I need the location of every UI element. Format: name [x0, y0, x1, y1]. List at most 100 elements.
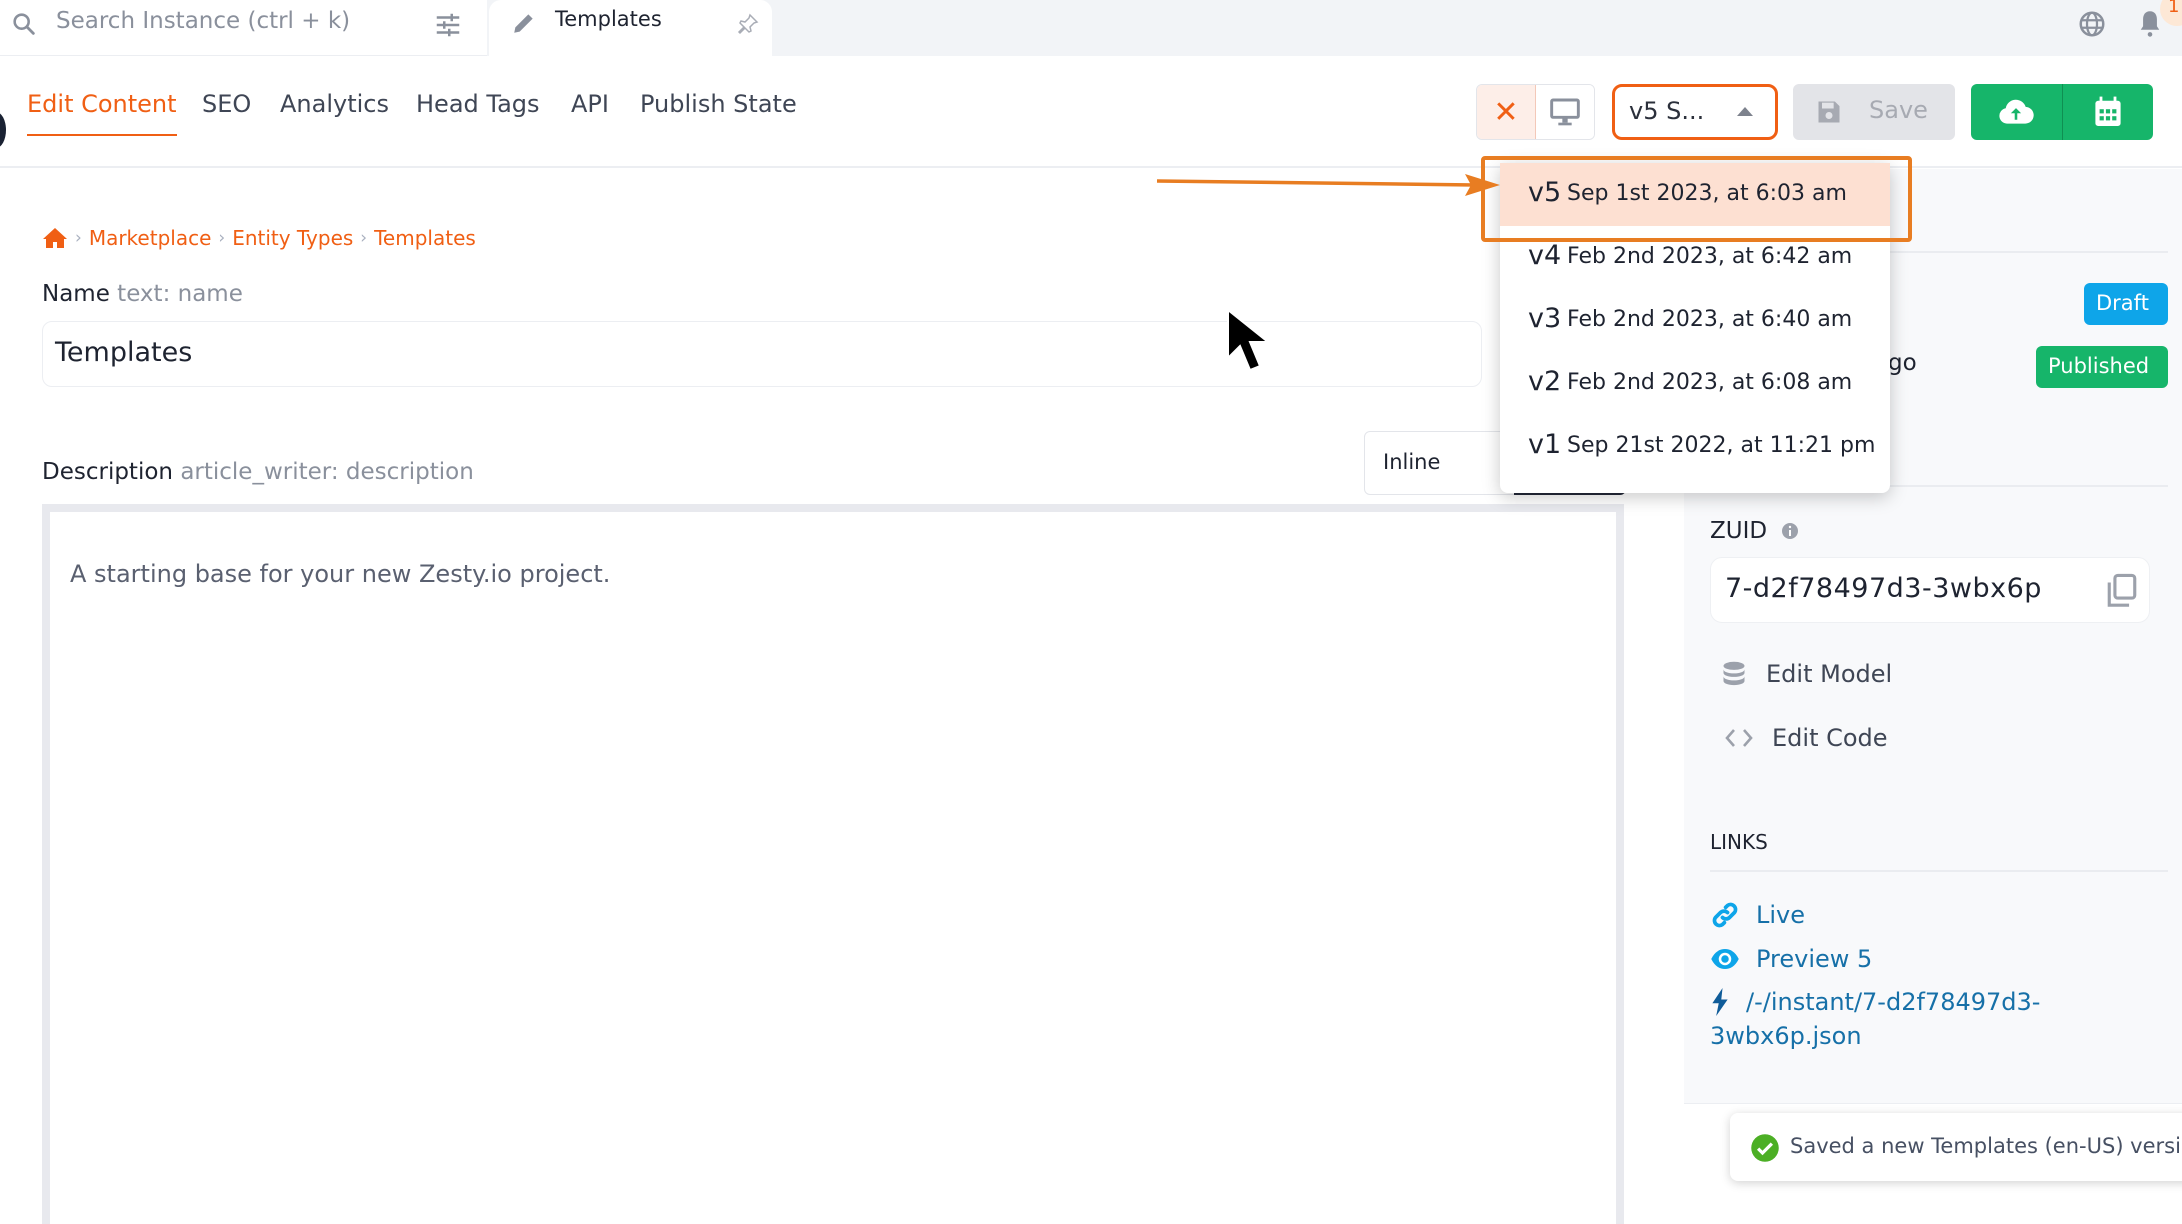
version-date: Feb 2nd 2023, at 6:40 am: [1567, 307, 1853, 332]
home-icon[interactable]: [42, 227, 68, 249]
preview-link[interactable]: Preview 5: [1710, 944, 1872, 974]
version-date: Sep 1st 2023, at 6:03 am: [1567, 181, 1847, 206]
save-label: Save: [1869, 96, 1928, 124]
top-bar: Search Instance (ctrl + k) Templates 1: [0, 0, 2182, 56]
live-link-label: Live: [1756, 901, 1806, 929]
caret-up-icon: [1737, 107, 1753, 116]
tab-analytics[interactable]: Analytics: [280, 90, 389, 118]
eye-icon: [1711, 949, 1739, 969]
version-dropdown-menu: v5 Sep 1st 2023, at 6:03 am v4 Feb 2nd 2…: [1500, 163, 1890, 493]
version-number: v3: [1528, 303, 1562, 334]
info-icon[interactable]: [1781, 522, 1799, 540]
version-date: Sep 21st 2022, at 11:21 pm: [1567, 433, 1876, 458]
search-placeholder: Search Instance (ctrl + k): [56, 8, 351, 34]
toast-message: Saved a new Templates (en-US) version: [1790, 1134, 2182, 1158]
breadcrumb-templates[interactable]: Templates: [374, 226, 476, 250]
description-field-label: Description article_writer: description: [42, 459, 474, 485]
version-select-value: v5 S...: [1629, 97, 1705, 125]
filter-icon[interactable]: [433, 10, 463, 40]
tab-templates[interactable]: Templates: [489, 0, 772, 56]
live-link[interactable]: Live: [1710, 900, 1805, 930]
check-circle-icon: [1751, 1134, 1779, 1162]
name-field-type: text: name: [117, 281, 243, 307]
preview-link-label: Preview 5: [1756, 945, 1873, 973]
zuid-value: 7-d2f78497d3-3wbx6p: [1725, 573, 2042, 604]
sidebar-toggle[interactable]: [0, 112, 6, 148]
version-date: Feb 2nd 2023, at 6:08 am: [1567, 370, 1853, 395]
breadcrumb-marketplace[interactable]: Marketplace: [89, 226, 212, 250]
version-option-v3[interactable]: v3 Feb 2nd 2023, at 6:40 am: [1500, 289, 1890, 352]
pencil-icon: [514, 14, 533, 33]
version-option-v4[interactable]: v4 Feb 2nd 2023, at 6:42 am: [1500, 226, 1890, 289]
version-select[interactable]: v5 S...: [1612, 84, 1778, 140]
name-label: Name: [42, 281, 110, 307]
close-icon: ✕: [1493, 94, 1519, 130]
tab-head-tags[interactable]: Head Tags: [416, 90, 540, 118]
annotation-arrow-icon: [1156, 174, 1500, 196]
version-number: v2: [1528, 366, 1562, 397]
version-option-v1[interactable]: v1 Sep 21st 2022, at 11:21 pm: [1500, 415, 1890, 478]
edit-code-label: Edit Code: [1772, 724, 1888, 752]
copy-icon[interactable]: [2105, 572, 2139, 610]
tab-seo[interactable]: SEO: [202, 90, 251, 118]
chevron-right-icon: ›: [75, 228, 82, 248]
monitor-icon: [1550, 98, 1580, 126]
divider: [1710, 870, 2168, 872]
database-icon: [1723, 661, 1745, 686]
published-badge: Published: [2036, 346, 2168, 388]
instant-api-line: /-/instant/7-d2f78497d3-: [1710, 988, 2040, 1016]
draft-badge: Draft: [2084, 283, 2168, 325]
lightning-icon: [1712, 988, 1728, 1016]
zuid-field: 7-d2f78497d3-3wbx6p: [1710, 557, 2150, 623]
tab-label: Templates: [555, 7, 662, 31]
floppy-disk-icon: [1818, 101, 1840, 123]
edit-code-link[interactable]: Edit Code: [1724, 724, 1888, 752]
publish-button[interactable]: [1971, 84, 2063, 140]
search-input[interactable]: Search Instance (ctrl + k): [0, 0, 487, 56]
instant-api-label-1: /-/instant/7-d2f78497d3-: [1746, 988, 2041, 1016]
publish-button-group: [1971, 84, 2153, 140]
close-preview-button[interactable]: ✕: [1477, 85, 1536, 139]
edit-model-link[interactable]: Edit Model: [1720, 660, 1892, 688]
breadcrumb: › Marketplace › Entity Types › Templates: [42, 226, 476, 250]
globe-icon[interactable]: [2077, 9, 2107, 39]
version-number: v4: [1528, 240, 1562, 271]
version-number: v1: [1528, 429, 1562, 460]
tab-publish-state[interactable]: Publish State: [640, 90, 797, 118]
name-field-label: Name text: name: [42, 281, 243, 307]
zuid-label-text: ZUID: [1710, 518, 1768, 544]
version-option-v5[interactable]: v5 Sep 1st 2023, at 6:03 am: [1500, 163, 1890, 226]
inline-mode-label: Inline: [1383, 450, 1441, 474]
instant-api-link[interactable]: /-/instant/7-d2f78497d3- 3wbx6p.json: [1710, 988, 2040, 1050]
preview-button[interactable]: [1536, 85, 1594, 139]
calendar-icon: [2095, 96, 2121, 126]
version-time-ago: go: [1888, 350, 1917, 376]
description-editor[interactable]: A starting base for your new Zesty.io pr…: [42, 504, 1624, 1224]
schedule-publish-button[interactable]: [2063, 84, 2154, 140]
description-field-type: article_writer: description: [180, 459, 474, 485]
version-number: v5: [1528, 177, 1562, 208]
tab-edit-content[interactable]: Edit Content: [27, 90, 177, 136]
cloud-upload-icon: [1999, 99, 2034, 124]
zuid-label: ZUID: [1710, 518, 1799, 544]
links-heading: LINKS: [1710, 830, 1768, 854]
tab-api[interactable]: API: [571, 90, 609, 118]
code-icon: [1725, 729, 1753, 747]
pin-icon[interactable]: [736, 12, 760, 36]
version-date: Feb 2nd 2023, at 6:42 am: [1567, 244, 1853, 269]
search-icon: [13, 13, 35, 35]
chevron-right-icon: ›: [218, 228, 226, 248]
save-button[interactable]: Save: [1793, 84, 1955, 140]
description-text: A starting base for your new Zesty.io pr…: [70, 560, 611, 588]
mouse-cursor-icon: [1227, 308, 1270, 372]
preview-button-group: ✕: [1476, 84, 1595, 140]
chevron-right-icon: ›: [360, 228, 368, 248]
description-label: Description: [42, 459, 173, 485]
toast-notification: Saved a new Templates (en-US) version: [1730, 1113, 2182, 1181]
breadcrumb-entity-types[interactable]: Entity Types: [232, 226, 353, 250]
edit-model-label: Edit Model: [1766, 660, 1893, 688]
name-input-value: Templates: [55, 337, 193, 368]
version-option-v2[interactable]: v2 Feb 2nd 2023, at 6:08 am: [1500, 352, 1890, 415]
link-icon: [1712, 902, 1738, 928]
instant-api-label-2: 3wbx6p.json: [1710, 1022, 1862, 1050]
